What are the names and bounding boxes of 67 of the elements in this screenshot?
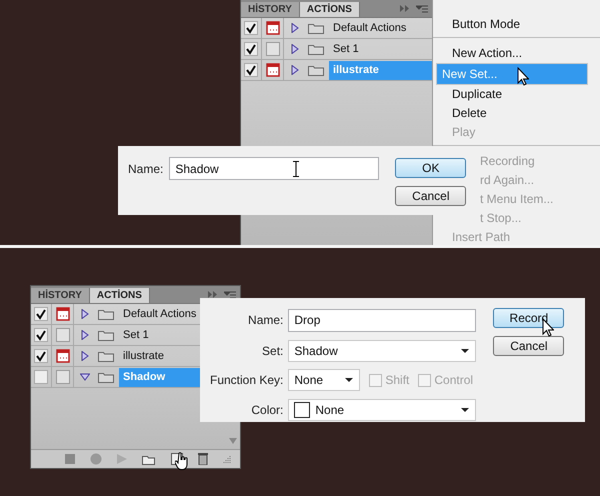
menu-item[interactable]: Duplicate [436,85,588,104]
folder-icon [98,350,114,362]
checkbox-checked[interactable] [34,328,48,342]
pointer-cursor-icon [517,67,529,86]
checkbox-label: Control [434,373,474,388]
name-field[interactable]: Drop [288,308,476,332]
menu-icon[interactable] [224,291,236,299]
folder-icon [308,43,324,55]
function-key-dropdown[interactable]: None [288,369,360,392]
folder-icon [98,371,114,383]
expand-triangle-icon[interactable] [290,65,300,75]
action-set-name[interactable]: Default Actions [119,304,200,324]
dialog-toggle-icon[interactable] [56,349,70,363]
menu-item[interactable]: New Action... [436,44,588,63]
expand-triangle-icon[interactable] [80,309,90,319]
expand-triangle-icon[interactable] [290,23,300,33]
dialog-toggle[interactable] [56,370,70,384]
field-label: Color: [250,403,284,418]
dialog-button[interactable]: Cancel [395,186,466,206]
text-cursor-icon [292,161,300,177]
checkbox-checked[interactable] [244,21,258,35]
dialog-toggle-icon[interactable] [56,307,70,321]
checkbox[interactable] [34,370,48,384]
action-set-name[interactable]: Set 1 [329,40,363,58]
hand-cursor-icon [175,452,189,470]
dialog-toggle[interactable] [266,42,280,56]
field-label: Set: [261,344,284,358]
field-label: Name: [128,162,164,176]
panel-tab[interactable]: ACTİONS [90,288,150,303]
expand-triangle-icon[interactable] [80,330,90,340]
dropdown-caret-icon [461,348,470,353]
name-field[interactable]: Shadow [169,157,380,180]
default-button[interactable]: OK [395,158,466,178]
dropdown-caret-icon [461,408,470,412]
checkbox-checked[interactable] [244,42,258,56]
expand-triangle-icon[interactable] [290,44,300,54]
dialog-toggle[interactable] [56,328,70,342]
folder-icon [308,22,324,34]
action-set-name[interactable]: illustrate [119,346,168,366]
menu-item[interactable]: Button Mode [436,15,588,34]
action-set-name[interactable]: Default Actions [329,18,410,38]
default-button[interactable]: Record [493,308,564,328]
panel-tab[interactable]: HİSTORY [31,288,90,303]
panel-tab[interactable]: ACTİONS [300,2,360,17]
checkbox-label: Shift [385,373,410,388]
field-label: Name: [247,313,284,328]
resize-grip-icon[interactable] [222,455,230,463]
dialog-toggle-icon[interactable] [266,21,280,35]
dialog-button[interactable]: Cancel [493,336,564,356]
dialog-toggle-icon[interactable] [266,63,280,77]
checkbox-checked[interactable] [34,307,48,321]
folder-icon [308,64,324,76]
trash-icon[interactable] [198,453,208,465]
checkbox-checked[interactable] [34,349,48,363]
folder-icon [98,329,114,341]
folder-icon [98,308,114,320]
collapse-triangle-icon[interactable] [80,372,90,382]
color-dropdown[interactable]: None [288,399,476,422]
expand-triangle-icon[interactable] [80,351,90,361]
action-set-name[interactable]: Set 1 [119,326,153,344]
panel-tab[interactable]: HİSTORY [241,2,300,17]
checkbox-checked[interactable] [244,63,258,77]
set-dropdown[interactable]: Shadow [288,340,476,362]
dropdown-caret-icon [345,378,354,382]
folder-icon[interactable] [142,454,156,464]
menu-item[interactable]: Delete [436,104,588,123]
color-swatch-icon [294,402,310,418]
